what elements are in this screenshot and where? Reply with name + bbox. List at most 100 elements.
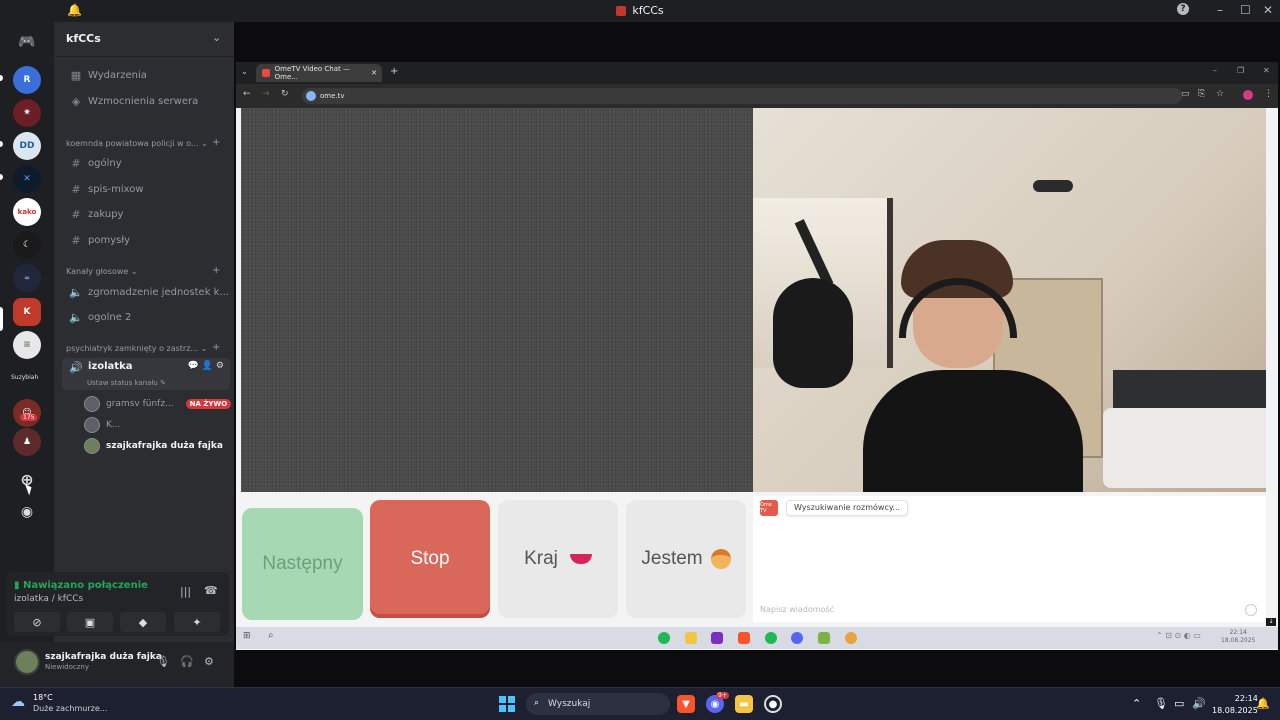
menu-icon[interactable]: ⋮ xyxy=(1264,89,1273,99)
address-bar[interactable]: ome.tv xyxy=(302,88,1182,104)
discord-home-icon[interactable]: 🎮 xyxy=(13,28,41,56)
voice-channel-ogolne-2[interactable]: 🔈 ogolne 2 xyxy=(62,306,230,328)
channel-ogolny[interactable]: # ogólny xyxy=(62,152,230,174)
channel-label: izolatka xyxy=(88,361,133,372)
start-button[interactable] xyxy=(499,696,515,712)
soundboard-button[interactable]: ✦ xyxy=(174,612,220,632)
cast-icon[interactable]: ▭ xyxy=(1181,89,1190,99)
maximize-icon[interactable]: ☐ xyxy=(1240,3,1251,17)
help-icon[interactable]: ? xyxy=(1177,3,1189,15)
notification-bell-icon[interactable]: 🔔 xyxy=(1256,697,1270,710)
voice-status[interactable]: ▮ Nawiązano połączenie xyxy=(14,580,148,591)
taskbar-clock[interactable]: 22:14 18.08.2025 xyxy=(1212,693,1258,717)
stop-button[interactable]: Stop xyxy=(370,500,490,618)
voice-location[interactable]: izolatka / kfCCs xyxy=(14,594,83,604)
close-icon[interactable]: ✕ xyxy=(1263,3,1273,17)
emoji-icon[interactable] xyxy=(1245,604,1257,616)
voice-channel-zgromadzenie[interactable]: 🔈 zgromadzenie jednostek k... xyxy=(62,281,230,303)
selected-pill xyxy=(0,307,3,331)
reload-icon[interactable]: ↻ xyxy=(281,89,289,99)
country-button[interactable]: Kraj xyxy=(498,500,618,618)
network-icon[interactable]: ▭ xyxy=(1174,697,1184,710)
server-icon-logo[interactable]: ≈ xyxy=(13,264,41,292)
avatar[interactable] xyxy=(14,649,40,675)
noise-suppression-icon[interactable]: ||| xyxy=(180,585,191,598)
server-icon-daydrop[interactable]: DD xyxy=(13,132,41,160)
translate-icon[interactable]: ⎘ xyxy=(1198,89,1205,99)
obs-icon[interactable]: ● xyxy=(764,695,782,713)
server-icon-kakobuy[interactable]: kako xyxy=(13,198,41,226)
forward-icon[interactable]: → xyxy=(262,89,270,99)
screen-share-button[interactable]: ▣ xyxy=(67,612,113,632)
live-badge: NA ŻYWO xyxy=(185,399,232,409)
close-tab-icon[interactable]: ✕ xyxy=(371,69,377,77)
weather-temp[interactable]: 18°C xyxy=(33,693,53,702)
disconnect-icon[interactable]: ☎ xyxy=(204,584,218,597)
server-icon-x[interactable]: ✕ xyxy=(13,165,41,193)
microphone-icon[interactable]: 🎙 xyxy=(156,655,170,668)
server-icon-red[interactable]: ✷ xyxy=(13,99,41,127)
add-channel-icon[interactable]: + xyxy=(212,137,220,148)
sidebar-item-events[interactable]: ▦ Wydarzenia xyxy=(62,64,230,86)
chat-status-message: Wyszukiwanie rozmówcy... xyxy=(786,500,909,516)
sidebar-item-boosts[interactable]: ◈ Wzmocnienia serwera xyxy=(62,90,230,112)
add-channel-icon[interactable]: + xyxy=(212,342,220,353)
camera-button[interactable]: ⊘ xyxy=(14,612,60,632)
weather-description[interactable]: Duże zachmurze... xyxy=(33,704,107,713)
file-explorer-icon[interactable]: ▬ xyxy=(735,695,753,713)
category-header[interactable]: koemnda powiatowa policji w o... ⌄ xyxy=(66,139,208,148)
voice-user[interactable]: K... xyxy=(84,416,120,434)
profile-avatar[interactable] xyxy=(1243,90,1253,100)
bookmark-star-icon[interactable]: ☆ xyxy=(1216,89,1224,99)
site-info-icon[interactable] xyxy=(306,91,316,101)
settings-icon[interactable]: ⚙ xyxy=(216,361,224,371)
brave-icon[interactable]: ▼ xyxy=(677,695,695,713)
invite-icon[interactable]: 👤 xyxy=(202,361,213,371)
gender-button[interactable]: Jestem xyxy=(626,500,746,618)
activity-button[interactable]: ◆ xyxy=(120,612,166,632)
channel-status[interactable]: Ustaw status kanału ✎ xyxy=(87,379,166,387)
tab-ometv[interactable]: OmeTV Video Chat — Ome... ✕ xyxy=(256,64,382,82)
inner-clock-date: 18.08.2025 xyxy=(1221,637,1256,644)
tab-list-icon[interactable]: ⌄ xyxy=(241,67,248,76)
volume-icon[interactable]: 🔊 xyxy=(1192,697,1206,710)
back-icon[interactable]: ← xyxy=(243,89,251,99)
next-button[interactable]: Następny xyxy=(242,508,363,620)
weather-cloud-icon[interactable]: ☁ xyxy=(11,694,25,710)
channel-pomysly[interactable]: # pomysły xyxy=(62,229,230,251)
app-icon xyxy=(711,632,723,644)
server-icon-figure[interactable]: ♟ xyxy=(13,428,41,456)
close-icon[interactable]: ✕ xyxy=(1263,66,1270,75)
hashtag-icon: # xyxy=(71,207,81,221)
server-icon-kfccs[interactable]: K xyxy=(13,298,41,326)
settings-icon[interactable]: ⚙ xyxy=(204,655,214,668)
hashtag-icon: # xyxy=(71,233,81,247)
voice-user[interactable]: szajkafrajka duża fajka xyxy=(84,437,223,455)
add-channel-icon[interactable]: + xyxy=(212,265,220,276)
tray-microphone-icon[interactable]: 🎙 xyxy=(1154,697,1168,710)
server-icon-avatar[interactable]: ☺ xyxy=(13,399,41,427)
unread-pill xyxy=(0,141,3,147)
server-name[interactable]: kfCCs xyxy=(66,32,101,45)
server-icon-moon[interactable]: ☾ xyxy=(13,231,41,259)
discover-icon[interactable]: ◉ xyxy=(13,498,41,526)
user-name[interactable]: szajkafrajka duża fajka xyxy=(45,652,162,662)
voice-user[interactable]: gramsv fünfz... NA ŻYWO xyxy=(84,395,232,413)
minimize-icon[interactable]: – xyxy=(1213,66,1217,75)
category-header[interactable]: psychiatryk zamknięty o zastrz... ⌄ xyxy=(66,344,207,353)
channel-spis-mixow[interactable]: # spis-mixow xyxy=(62,178,230,200)
chat-input[interactable]: Napisz wiadomość xyxy=(760,605,834,614)
scroll-down-icon[interactable]: ↓ xyxy=(1266,618,1276,626)
headphones-icon[interactable]: 🎧 xyxy=(180,655,194,668)
server-icon-r[interactable]: R xyxy=(13,66,41,94)
tray-chevron-icon[interactable]: ⌃ xyxy=(1132,697,1141,710)
category-header[interactable]: Kanały głosowe ⌄ xyxy=(66,267,138,276)
server-icon-doc[interactable]: ≡ xyxy=(13,331,41,359)
chevron-down-icon[interactable]: ⌄ xyxy=(212,31,221,44)
minimize-icon[interactable]: – xyxy=(1217,3,1223,17)
taskbar-search[interactable]: ⌕ Wyszukaj xyxy=(526,693,670,715)
channel-zakupy[interactable]: # zakupy xyxy=(62,203,230,225)
new-tab-icon[interactable]: + xyxy=(390,66,398,77)
maximize-icon[interactable]: ❐ xyxy=(1237,66,1244,75)
chat-icon[interactable]: 💬 xyxy=(188,361,199,371)
